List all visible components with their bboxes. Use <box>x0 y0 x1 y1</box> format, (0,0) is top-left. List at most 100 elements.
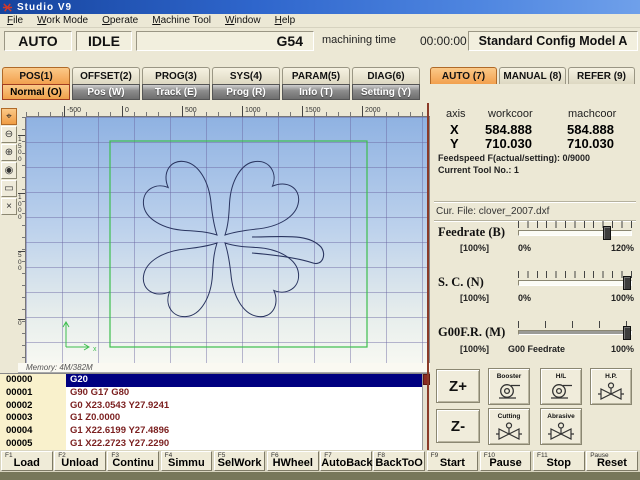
fkey-backtoo[interactable]: F8BackToO <box>373 451 425 471</box>
tab-refer[interactable]: REFER (9) <box>568 67 635 84</box>
zoom-out-button[interactable]: ⊖ <box>1 126 17 143</box>
z-plus-button[interactable]: Z+ <box>436 369 480 403</box>
gcode-row[interactable]: 00002 G0 X23.0543 Y27.9241 <box>0 400 430 413</box>
menu-work-mode[interactable]: Work Mode <box>30 15 95 26</box>
subtab-setting[interactable]: Setting (Y) <box>352 84 420 100</box>
g00-max: 100% <box>611 344 634 354</box>
feedrate-slider[interactable] <box>518 230 632 236</box>
subtab-normal[interactable]: Normal (O) <box>2 84 70 100</box>
fit-region-button[interactable]: ▭ <box>1 180 17 197</box>
tab-manual[interactable]: MANUAL (8) <box>499 67 566 84</box>
fkey-autoback[interactable]: F7AutoBack <box>320 451 372 471</box>
menu-file[interactable]: File <box>0 15 30 26</box>
feedspeed-readout: Feedspeed F(actual/setting): 0/9000 <box>438 153 590 163</box>
fkey-selwork[interactable]: F5SelWork <box>214 451 266 471</box>
fkey-reset[interactable]: PauseReset <box>586 451 638 471</box>
x-machcoor: 584.888 <box>567 122 614 137</box>
gcode-text: G90 G17 G80 <box>66 387 422 400</box>
ruler-x-label: 1000 <box>242 106 261 117</box>
fkey-start[interactable]: F9Start <box>427 451 479 471</box>
line-number: 00003 <box>0 412 66 425</box>
fkey-pause[interactable]: F10Pause <box>480 451 532 471</box>
menu-operate[interactable]: Operate <box>95 15 145 26</box>
ruler-y-label: 500 <box>18 251 25 273</box>
gcode-row[interactable]: 00004 G1 X22.6199 Y27.4896 <box>0 425 430 438</box>
state-indicator: IDLE <box>76 31 132 51</box>
auto-panel: axis workcoor machcoor X 584.888 584.888… <box>430 103 640 450</box>
vertical-ruler: 1500 1000 500 0 <box>18 117 26 363</box>
menu-machine-tool[interactable]: Machine Tool <box>145 15 218 26</box>
gcode-text: G1 X22.6199 Y27.4896 <box>66 425 422 438</box>
clear-trace-button[interactable]: × <box>1 198 17 215</box>
center-view-button[interactable]: ◉ <box>1 162 17 179</box>
fkey-unload[interactable]: F2Unload <box>54 451 106 471</box>
axis-header: axis <box>446 108 466 120</box>
pan-view-button[interactable]: ⌖ <box>1 108 17 125</box>
tab-prog[interactable]: PROG(3) <box>142 67 210 84</box>
zoom-in-button[interactable]: ⊕ <box>1 144 17 161</box>
toolpath-viewport[interactable]: x <box>26 117 430 363</box>
feedrate-current: [100%] <box>460 243 489 253</box>
high-low-button[interactable]: H/L <box>540 368 582 405</box>
cutting-label: Cutting <box>498 413 521 421</box>
feedrate-label: Feedrate (B) <box>438 225 518 240</box>
ruler-y-label: 1000 <box>18 193 25 221</box>
abrasive-button[interactable]: Abrasive <box>540 408 582 445</box>
y-machcoor: 710.030 <box>567 136 614 151</box>
x-axis-label: X <box>450 122 459 137</box>
tab-sys[interactable]: SYS(4) <box>212 67 280 84</box>
line-number: 00004 <box>0 425 66 438</box>
machcoor-header: machcoor <box>568 108 616 120</box>
subtab-info[interactable]: Info (T) <box>282 84 350 100</box>
booster-button[interactable]: Booster <box>488 368 530 405</box>
tab-param[interactable]: PARAM(5) <box>282 67 350 84</box>
tab-auto[interactable]: AUTO (7) <box>430 67 497 84</box>
clover-path <box>134 152 323 325</box>
high-pressure-button[interactable]: H.P. <box>590 368 632 405</box>
spindle-slider[interactable] <box>518 280 632 286</box>
cutting-button[interactable]: Cutting <box>488 408 530 445</box>
current-file-readout: Cur. File: clover_2007.dxf <box>436 206 549 217</box>
g00-slider[interactable] <box>518 330 632 335</box>
tab-pos[interactable]: POS(1) <box>2 67 70 84</box>
menu-bar: File Work Mode Operate Machine Tool Wind… <box>0 14 640 28</box>
title-bar: Studio V9 <box>0 0 640 14</box>
gcode-text: G20 <box>66 374 422 387</box>
fkey-hwheel[interactable]: F6HWheel <box>267 451 319 471</box>
fkey-simmu[interactable]: F4Simmu <box>161 451 213 471</box>
g00-slider-handle[interactable] <box>623 326 631 340</box>
current-tool-readout: Current Tool No.: 1 <box>438 165 519 175</box>
blower-icon <box>548 381 574 401</box>
fkey-load[interactable]: F1Load <box>1 451 53 471</box>
horizontal-ruler: -500 0 500 1000 1500 2000 <box>26 106 430 117</box>
mode-indicator: AUTO <box>4 31 72 51</box>
gcode-row[interactable]: 00005 G1 X22.2723 Y27.2290 <box>0 438 430 451</box>
gcode-row[interactable]: 00001 G90 G17 G80 <box>0 387 430 400</box>
spindle-current: [100%] <box>460 293 489 303</box>
gcode-row[interactable]: 00003 G1 Z0.0000 <box>0 412 430 425</box>
feedrate-slider-handle[interactable] <box>603 226 611 240</box>
ruler-y-label: 0 <box>18 319 25 328</box>
subtab-track[interactable]: Track (E) <box>142 84 210 100</box>
subtab-prog[interactable]: Prog (R) <box>212 84 280 100</box>
fkey-stop[interactable]: F11Stop <box>533 451 585 471</box>
spindle-label: S. C. (N) <box>438 275 518 290</box>
menu-help[interactable]: Help <box>268 15 303 26</box>
spindle-ticks <box>518 271 632 278</box>
gcode-row[interactable]: 00000 G20 <box>0 374 430 387</box>
tab-offset[interactable]: OFFSET(2) <box>72 67 140 84</box>
z-minus-button[interactable]: Z- <box>436 409 480 443</box>
gcode-text: G1 X22.2723 Y27.2290 <box>66 438 422 451</box>
z-plus-label: Z+ <box>449 378 467 395</box>
zoom-in-icon: ⊕ <box>5 147 13 158</box>
menu-window[interactable]: Window <box>218 15 268 26</box>
ruler-x-label: 1500 <box>302 106 321 117</box>
tab-diag[interactable]: DIAG(6) <box>352 67 420 84</box>
valve-icon <box>597 381 625 401</box>
pan-icon: ⌖ <box>6 111 12 122</box>
spindle-slider-handle[interactable] <box>623 276 631 290</box>
y-axis-label: Y <box>450 136 459 151</box>
subtab-pos[interactable]: Pos (W) <box>72 84 140 100</box>
fkey-continu[interactable]: F3Continu <box>107 451 159 471</box>
gcode-text: G0 X23.0543 Y27.9241 <box>66 400 422 413</box>
